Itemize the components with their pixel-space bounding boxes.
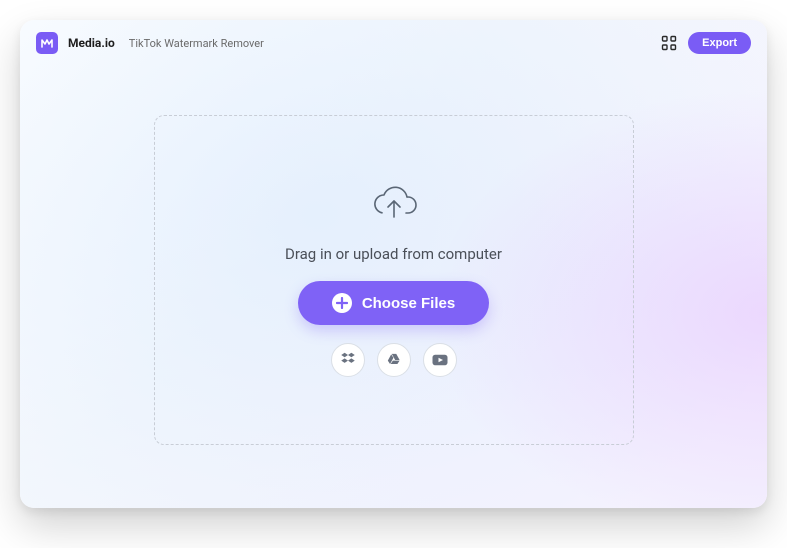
- plus-circle-icon: [332, 293, 352, 313]
- gdrive-icon: [385, 351, 403, 369]
- choose-files-label: Choose Files: [362, 295, 455, 312]
- brand-name: Media.io: [68, 36, 115, 50]
- qr-icon[interactable]: [660, 34, 678, 52]
- choose-files-button[interactable]: Choose Files: [298, 281, 489, 325]
- drop-prompt-text: Drag in or upload from computer: [285, 245, 502, 263]
- main-area: Drag in or upload from computer Choose F…: [20, 66, 767, 508]
- dropbox-source-button[interactable]: [331, 343, 365, 377]
- dropbox-icon: [339, 351, 357, 369]
- app-window: Media.io TikTok Watermark Remover Export…: [20, 20, 767, 508]
- export-button[interactable]: Export: [688, 32, 751, 54]
- upload-source-row: [331, 343, 457, 377]
- drop-zone[interactable]: Drag in or upload from computer Choose F…: [154, 115, 634, 445]
- cloud-upload-icon: [369, 183, 419, 227]
- topbar: Media.io TikTok Watermark Remover Export: [20, 20, 767, 66]
- brand-logo: [36, 32, 58, 54]
- page-title: TikTok Watermark Remover: [129, 37, 264, 50]
- gdrive-source-button[interactable]: [377, 343, 411, 377]
- youtube-source-button[interactable]: [423, 343, 457, 377]
- brand-logo-icon: [40, 36, 54, 50]
- youtube-icon: [431, 351, 449, 369]
